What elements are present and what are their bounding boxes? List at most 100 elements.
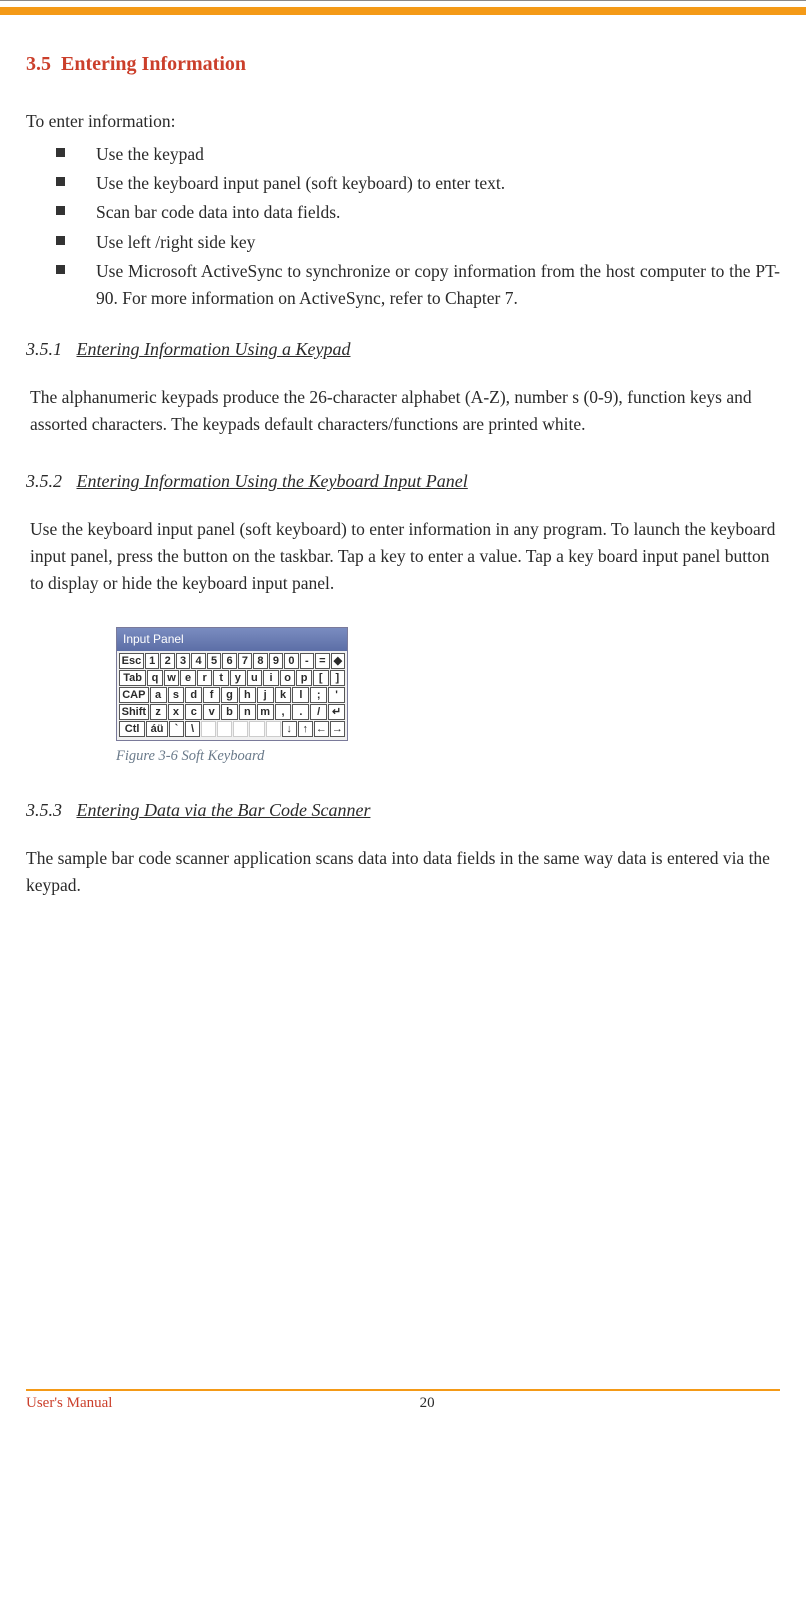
section-title: Entering Information <box>61 53 246 75</box>
subsection-heading-1: 3.5.1 Entering Information Using a Keypa… <box>26 336 780 364</box>
keyboard-key[interactable]: / <box>310 704 327 720</box>
keyboard-key[interactable]: \ <box>185 721 200 737</box>
keyboard-key[interactable]: ◆ <box>331 653 345 669</box>
keyboard-key[interactable] <box>217 721 232 737</box>
keyboard-key[interactable]: ] <box>330 670 346 686</box>
keyboard-key[interactable] <box>249 721 264 737</box>
keyboard-key[interactable]: 4 <box>191 653 205 669</box>
keyboard-key[interactable]: g <box>221 687 238 703</box>
keyboard-key[interactable]: Tab <box>119 670 146 686</box>
keyboard-key[interactable]: - <box>300 653 314 669</box>
subsection-heading-3: 3.5.3 Entering Data via the Bar Code Sca… <box>26 797 780 825</box>
square-bullet-icon <box>56 265 65 274</box>
footer-page-number: 20 <box>420 1395 435 1412</box>
keyboard-key[interactable]: c <box>185 704 202 720</box>
intro-line: To enter information: <box>26 108 780 135</box>
keyboard-key[interactable]: ' <box>328 687 345 703</box>
section-heading: 3.5 Entering Information <box>26 49 780 80</box>
square-bullet-icon <box>56 236 65 245</box>
keyboard-row: Tabqwertyuiop[] <box>119 670 345 686</box>
keyboard-row: Esc1234567890-=◆ <box>119 653 345 669</box>
page-body: 3.5 Entering Information To enter inform… <box>0 15 806 1389</box>
keyboard-key[interactable]: ← <box>314 721 329 737</box>
keyboard-key[interactable]: ↑ <box>298 721 313 737</box>
keyboard-key[interactable]: v <box>203 704 220 720</box>
subsection-body-3: The sample bar code scanner application … <box>26 845 780 899</box>
keyboard-key[interactable]: x <box>168 704 185 720</box>
keyboard-key[interactable]: Ctl <box>119 721 145 737</box>
keyboard-key[interactable]: w <box>164 670 180 686</box>
square-bullet-icon <box>56 177 65 186</box>
list-item: Use left /right side key <box>26 229 780 256</box>
keyboard-key[interactable]: d <box>185 687 202 703</box>
keyboard-key[interactable]: 7 <box>238 653 252 669</box>
keyboard-row: Ctláü`\ ↓↑←→ <box>119 721 345 737</box>
keyboard-key[interactable]: n <box>239 704 256 720</box>
rule-top-thin <box>0 0 806 1</box>
figure-caption: Figure 3-6 Soft Keyboard <box>116 745 780 767</box>
keyboard-key[interactable]: b <box>221 704 238 720</box>
keyboard-key[interactable]: o <box>280 670 296 686</box>
keyboard-key[interactable]: s <box>168 687 185 703</box>
soft-keyboard-keys: Esc1234567890-=◆Tabqwertyuiop[]CAPasdfgh… <box>117 651 347 740</box>
square-bullet-icon <box>56 206 65 215</box>
keyboard-key[interactable]: z <box>150 704 167 720</box>
keyboard-key[interactable]: 0 <box>284 653 298 669</box>
keyboard-key[interactable]: Esc <box>119 653 144 669</box>
keyboard-key[interactable]: = <box>315 653 329 669</box>
subsection-number: 3.5.3 <box>26 797 72 825</box>
keyboard-key[interactable]: ↓ <box>282 721 297 737</box>
keyboard-key[interactable]: 8 <box>253 653 267 669</box>
keyboard-key[interactable]: l <box>292 687 309 703</box>
subsection-title: Entering Data via the Bar Code Scanner <box>77 800 371 820</box>
subsection-body-1: The alphanumeric keypads produce the 26-… <box>30 384 780 438</box>
keyboard-key[interactable]: i <box>263 670 279 686</box>
keyboard-key[interactable] <box>201 721 216 737</box>
keyboard-key[interactable]: q <box>147 670 163 686</box>
keyboard-key[interactable] <box>233 721 248 737</box>
keyboard-key[interactable]: y <box>230 670 246 686</box>
keyboard-key[interactable]: m <box>257 704 274 720</box>
keyboard-key[interactable]: t <box>213 670 229 686</box>
keyboard-key[interactable]: r <box>197 670 213 686</box>
keyboard-key[interactable]: 9 <box>269 653 283 669</box>
keyboard-key[interactable]: → <box>330 721 345 737</box>
keyboard-key[interactable]: 5 <box>207 653 221 669</box>
keyboard-key[interactable]: h <box>239 687 256 703</box>
soft-keyboard-title: Input Panel <box>117 628 347 651</box>
keyboard-key[interactable]: a <box>150 687 167 703</box>
rule-top-orange <box>0 7 806 15</box>
keyboard-key[interactable]: ; <box>310 687 327 703</box>
keyboard-key[interactable]: [ <box>313 670 329 686</box>
keyboard-key[interactable]: ` <box>169 721 184 737</box>
keyboard-key[interactable]: p <box>296 670 312 686</box>
keyboard-key[interactable]: , <box>275 704 292 720</box>
keyboard-key[interactable]: f <box>203 687 220 703</box>
list-item: Scan bar code data into data fields. <box>26 199 780 226</box>
keyboard-key[interactable]: . <box>292 704 309 720</box>
footer-left: User's Manual <box>26 1395 112 1412</box>
section-number: 3.5 <box>26 53 51 75</box>
list-item: Use the keyboard input panel (soft keybo… <box>26 170 780 197</box>
list-item: Use Microsoft ActiveSync to synchronize … <box>26 258 780 312</box>
keyboard-key[interactable]: áü <box>146 721 168 737</box>
list-item: Use the keypad <box>26 141 780 168</box>
keyboard-row: Shiftzxcvbnm,./↵ <box>119 704 345 720</box>
keyboard-key[interactable]: j <box>257 687 274 703</box>
keyboard-key[interactable]: ↵ <box>328 704 345 720</box>
keyboard-key[interactable]: u <box>247 670 263 686</box>
subsection-number: 3.5.1 <box>26 336 72 364</box>
keyboard-key[interactable]: 6 <box>222 653 236 669</box>
keyboard-key[interactable]: k <box>275 687 292 703</box>
subsection-body-2: Use the keyboard input panel (soft keybo… <box>30 516 780 597</box>
subsection-number: 3.5.2 <box>26 468 72 496</box>
keyboard-key[interactable] <box>266 721 281 737</box>
keyboard-key[interactable]: 3 <box>176 653 190 669</box>
bullet-list: Use the keypad Use the keyboard input pa… <box>26 141 780 312</box>
keyboard-key[interactable]: 2 <box>160 653 174 669</box>
keyboard-key[interactable]: Shift <box>119 704 149 720</box>
keyboard-key[interactable]: CAP <box>119 687 149 703</box>
empty-space <box>26 929 780 1389</box>
keyboard-key[interactable]: 1 <box>145 653 159 669</box>
keyboard-key[interactable]: e <box>180 670 196 686</box>
